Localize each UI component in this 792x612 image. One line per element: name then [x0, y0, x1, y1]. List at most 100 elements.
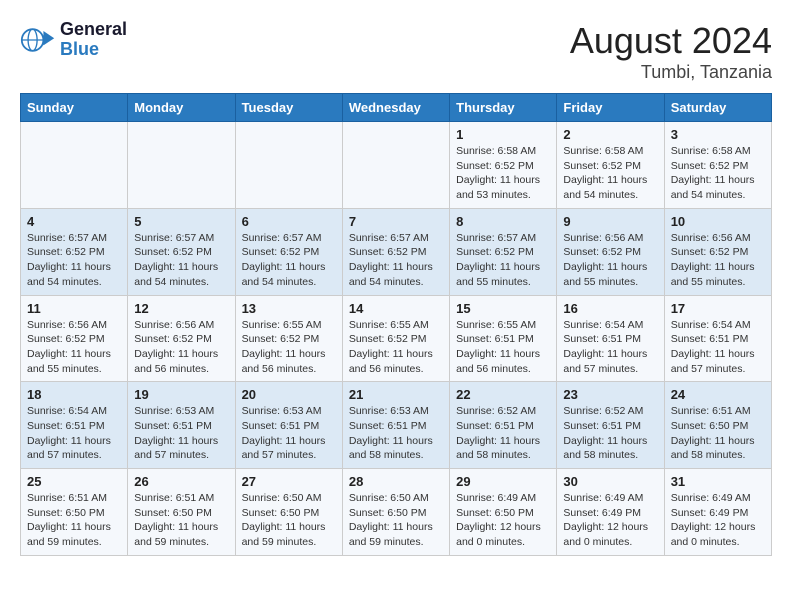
- day-number: 25: [27, 474, 121, 489]
- day-number: 5: [134, 214, 228, 229]
- calendar-cell: [342, 122, 449, 209]
- page-header: General Blue August 2024 Tumbi, Tanzania: [20, 20, 772, 83]
- calendar-week-1: 1 Sunrise: 6:58 AM Sunset: 6:52 PM Daylig…: [21, 122, 772, 209]
- day-number: 31: [671, 474, 765, 489]
- day-info: Sunrise: 6:51 AM Sunset: 6:50 PM Dayligh…: [134, 491, 228, 550]
- calendar-cell: 9 Sunrise: 6:56 AM Sunset: 6:52 PM Daylig…: [557, 208, 664, 295]
- day-info: Sunrise: 6:53 AM Sunset: 6:51 PM Dayligh…: [134, 404, 228, 463]
- day-info: Sunrise: 6:57 AM Sunset: 6:52 PM Dayligh…: [134, 231, 228, 290]
- day-info: Sunrise: 6:58 AM Sunset: 6:52 PM Dayligh…: [671, 144, 765, 203]
- day-header-wednesday: Wednesday: [342, 94, 449, 122]
- day-number: 18: [27, 387, 121, 402]
- day-header-monday: Monday: [128, 94, 235, 122]
- day-info: Sunrise: 6:49 AM Sunset: 6:49 PM Dayligh…: [563, 491, 657, 550]
- calendar-week-4: 18Sunrise: 6:54 AM Sunset: 6:51 PM Dayli…: [21, 382, 772, 469]
- day-number: 10: [671, 214, 765, 229]
- day-info: Sunrise: 6:52 AM Sunset: 6:51 PM Dayligh…: [563, 404, 657, 463]
- logo-icon: [20, 22, 56, 58]
- calendar-subtitle: Tumbi, Tanzania: [570, 62, 772, 83]
- day-info: Sunrise: 6:51 AM Sunset: 6:50 PM Dayligh…: [671, 404, 765, 463]
- day-number: 23: [563, 387, 657, 402]
- calendar-cell: 21 Sunrise: 6:53 AM Sunset: 6:51 PM Dayli…: [342, 382, 449, 469]
- day-number: 1: [456, 127, 550, 142]
- day-number: 12: [134, 301, 228, 316]
- day-info: Sunrise: 6:52 AM Sunset: 6:51 PM Dayligh…: [456, 404, 550, 463]
- calendar-cell: 2 Sunrise: 6:58 AM Sunset: 6:52 PM Daylig…: [557, 122, 664, 209]
- day-info: Sunrise: 6:53 AM Sunset: 6:51 PM Dayligh…: [242, 404, 336, 463]
- day-number: 9: [563, 214, 657, 229]
- day-number: 28: [349, 474, 443, 489]
- day-number: 24: [671, 387, 765, 402]
- day-header-sunday: Sunday: [21, 94, 128, 122]
- day-number: 11: [27, 301, 121, 316]
- day-number: 14: [349, 301, 443, 316]
- day-info: Sunrise: 6:55 AM Sunset: 6:52 PM Dayligh…: [242, 318, 336, 377]
- day-info: Sunrise: 6:56 AM Sunset: 6:52 PM Dayligh…: [27, 318, 121, 377]
- day-number: 13: [242, 301, 336, 316]
- title-block: August 2024 Tumbi, Tanzania: [570, 20, 772, 83]
- logo-line2: Blue: [60, 40, 127, 60]
- calendar-cell: 7Sunrise: 6:57 AM Sunset: 6:52 PM Daylig…: [342, 208, 449, 295]
- calendar-cell: 25Sunrise: 6:51 AM Sunset: 6:50 PM Dayli…: [21, 469, 128, 556]
- day-number: 29: [456, 474, 550, 489]
- calendar-cell: 11 Sunrise: 6:56 AM Sunset: 6:52 PM Dayli…: [21, 295, 128, 382]
- calendar-title: August 2024: [570, 20, 772, 62]
- day-number: 22: [456, 387, 550, 402]
- calendar-table: SundayMondayTuesdayWednesdayThursdayFrid…: [20, 93, 772, 556]
- calendar-week-5: 25 Sunrise: 6:51 AM Sunset: 6:50 PM Dayli…: [21, 469, 772, 556]
- calendar-cell: 5 Sunrise: 6:57 AM Sunset: 6:52 PM Daylig…: [128, 208, 235, 295]
- logo-line1: General: [60, 20, 127, 40]
- day-info: Sunrise: 6:58 AM Sunset: 6:52 PM Dayligh…: [563, 144, 657, 203]
- day-info: Sunrise: 6:56 AM Sunset: 6:52 PM Dayligh…: [563, 231, 657, 290]
- day-info: Sunrise: 6:58 AM Sunset: 6:52 PM Dayligh…: [456, 144, 550, 203]
- calendar-cell: 16Sunrise: 6:54 AM Sunset: 6:51 PM Dayli…: [557, 295, 664, 382]
- day-number: 2: [563, 127, 657, 142]
- calendar-week-3: 11 Sunrise: 6:56 AM Sunset: 6:52 PM Dayli…: [21, 295, 772, 382]
- calendar-cell: 15 Sunrise: 6:55 AM Sunset: 6:51 PM Dayli…: [450, 295, 557, 382]
- day-number: 16: [563, 301, 657, 316]
- day-info: Sunrise: 6:56 AM Sunset: 6:52 PM Dayligh…: [134, 318, 228, 377]
- calendar-cell: 20 Sunrise: 6:53 AM Sunset: 6:51 PM Dayli…: [235, 382, 342, 469]
- calendar-cell: 13 Sunrise: 6:55 AM Sunset: 6:52 PM Dayli…: [235, 295, 342, 382]
- day-header-saturday: Saturday: [664, 94, 771, 122]
- calendar-cell: 26 Sunrise: 6:51 AM Sunset: 6:50 PM Dayli…: [128, 469, 235, 556]
- day-info: Sunrise: 6:57 AM Sunset: 6:52 PM Dayligh…: [242, 231, 336, 290]
- day-info: Sunrise: 6:56 AM Sunset: 6:52 PM Dayligh…: [671, 231, 765, 290]
- calendar-cell: 1 Sunrise: 6:58 AM Sunset: 6:52 PM Daylig…: [450, 122, 557, 209]
- day-number: 15: [456, 301, 550, 316]
- calendar-header: SundayMondayTuesdayWednesdayThursdayFrid…: [21, 94, 772, 122]
- calendar-cell: 18Sunrise: 6:54 AM Sunset: 6:51 PM Dayli…: [21, 382, 128, 469]
- calendar-cell: 22 Sunrise: 6:52 AM Sunset: 6:51 PM Dayli…: [450, 382, 557, 469]
- logo: General Blue: [20, 20, 127, 60]
- day-number: 30: [563, 474, 657, 489]
- calendar-cell: [128, 122, 235, 209]
- day-number: 27: [242, 474, 336, 489]
- day-number: 6: [242, 214, 336, 229]
- day-info: Sunrise: 6:53 AM Sunset: 6:51 PM Dayligh…: [349, 404, 443, 463]
- day-info: Sunrise: 6:57 AM Sunset: 6:52 PM Dayligh…: [349, 231, 443, 290]
- calendar-cell: 10 Sunrise: 6:56 AM Sunset: 6:52 PM Dayli…: [664, 208, 771, 295]
- calendar-cell: [235, 122, 342, 209]
- day-number: 17: [671, 301, 765, 316]
- day-number: 26: [134, 474, 228, 489]
- calendar-cell: 12 Sunrise: 6:56 AM Sunset: 6:52 PM Dayli…: [128, 295, 235, 382]
- calendar-cell: 14Sunrise: 6:55 AM Sunset: 6:52 PM Dayli…: [342, 295, 449, 382]
- calendar-cell: 8 Sunrise: 6:57 AM Sunset: 6:52 PM Daylig…: [450, 208, 557, 295]
- calendar-week-2: 4Sunrise: 6:57 AM Sunset: 6:52 PM Daylig…: [21, 208, 772, 295]
- day-number: 21: [349, 387, 443, 402]
- day-info: Sunrise: 6:50 AM Sunset: 6:50 PM Dayligh…: [242, 491, 336, 550]
- calendar-cell: 4Sunrise: 6:57 AM Sunset: 6:52 PM Daylig…: [21, 208, 128, 295]
- calendar-cell: 24 Sunrise: 6:51 AM Sunset: 6:50 PM Dayli…: [664, 382, 771, 469]
- day-number: 8: [456, 214, 550, 229]
- day-info: Sunrise: 6:55 AM Sunset: 6:51 PM Dayligh…: [456, 318, 550, 377]
- calendar-cell: 23 Sunrise: 6:52 AM Sunset: 6:51 PM Dayli…: [557, 382, 664, 469]
- day-info: Sunrise: 6:49 AM Sunset: 6:49 PM Dayligh…: [671, 491, 765, 550]
- day-info: Sunrise: 6:57 AM Sunset: 6:52 PM Dayligh…: [456, 231, 550, 290]
- day-header-thursday: Thursday: [450, 94, 557, 122]
- day-info: Sunrise: 6:50 AM Sunset: 6:50 PM Dayligh…: [349, 491, 443, 550]
- calendar-cell: 28 Sunrise: 6:50 AM Sunset: 6:50 PM Dayli…: [342, 469, 449, 556]
- calendar-cell: 31 Sunrise: 6:49 AM Sunset: 6:49 PM Dayli…: [664, 469, 771, 556]
- calendar-cell: 27 Sunrise: 6:50 AM Sunset: 6:50 PM Dayli…: [235, 469, 342, 556]
- day-info: Sunrise: 6:54 AM Sunset: 6:51 PM Dayligh…: [671, 318, 765, 377]
- day-number: 20: [242, 387, 336, 402]
